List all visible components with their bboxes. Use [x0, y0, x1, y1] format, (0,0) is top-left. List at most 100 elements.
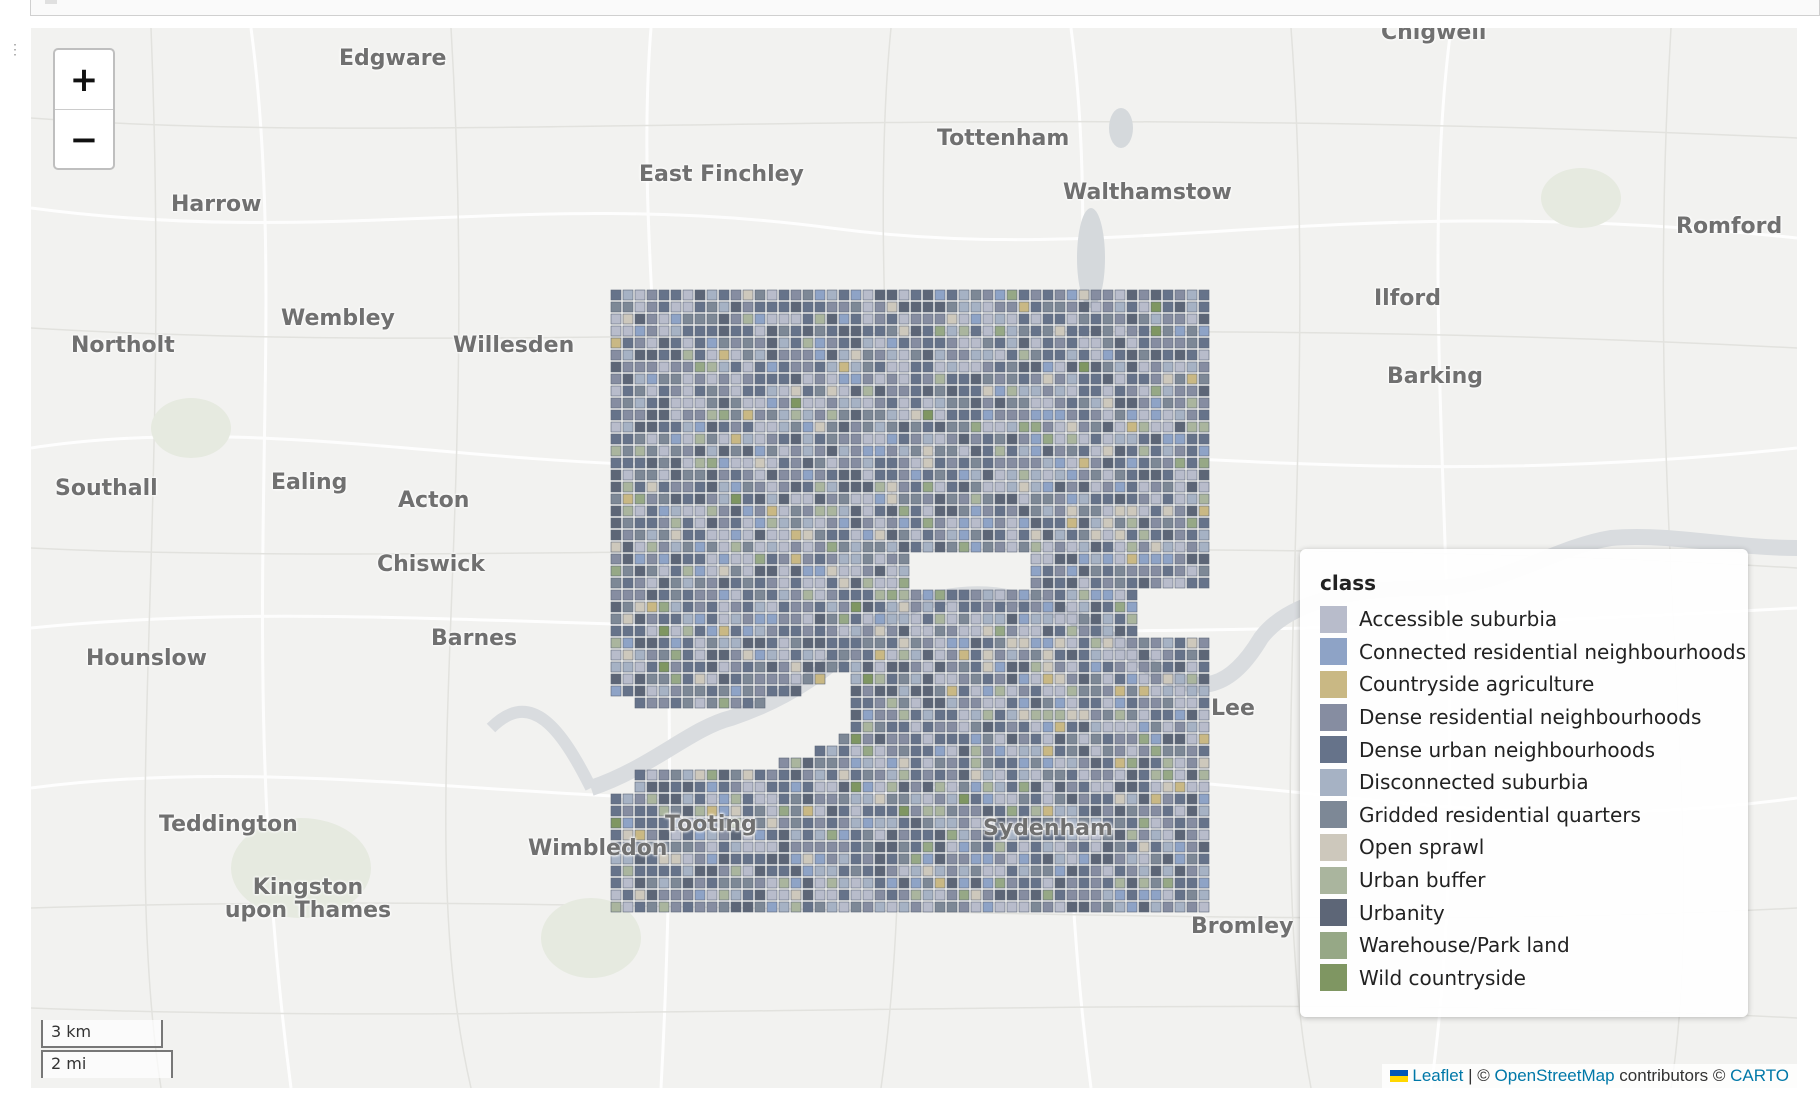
- grid-cell[interactable]: [1090, 805, 1102, 817]
- grid-cell[interactable]: [1198, 541, 1210, 553]
- grid-cell[interactable]: [754, 457, 766, 469]
- grid-cell[interactable]: [1150, 397, 1162, 409]
- grid-cell[interactable]: [886, 457, 898, 469]
- grid-cell[interactable]: [802, 337, 814, 349]
- grid-cell[interactable]: [1162, 313, 1174, 325]
- grid-cell[interactable]: [766, 493, 778, 505]
- grid-cell[interactable]: [982, 361, 994, 373]
- grid-cell[interactable]: [1018, 889, 1030, 901]
- grid-cell[interactable]: [874, 481, 886, 493]
- grid-cell[interactable]: [946, 385, 958, 397]
- grid-cell[interactable]: [862, 613, 874, 625]
- grid-cell[interactable]: [1126, 697, 1138, 709]
- grid-cell[interactable]: [1042, 577, 1054, 589]
- grid-cell[interactable]: [814, 481, 826, 493]
- grid-cell[interactable]: [706, 313, 718, 325]
- grid-cell[interactable]: [958, 373, 970, 385]
- grid-cell[interactable]: [1150, 661, 1162, 673]
- grid-cell[interactable]: [946, 889, 958, 901]
- grid-cell[interactable]: [862, 541, 874, 553]
- grid-cell[interactable]: [910, 637, 922, 649]
- grid-cell[interactable]: [1066, 685, 1078, 697]
- grid-cell[interactable]: [1102, 481, 1114, 493]
- grid-cell[interactable]: [790, 877, 802, 889]
- grid-cell[interactable]: [958, 817, 970, 829]
- grid-cell[interactable]: [922, 745, 934, 757]
- grid-cell[interactable]: [694, 481, 706, 493]
- grid-cell[interactable]: [814, 445, 826, 457]
- grid-cell[interactable]: [802, 829, 814, 841]
- grid-cell[interactable]: [790, 349, 802, 361]
- grid-cell[interactable]: [1138, 769, 1150, 781]
- grid-cell[interactable]: [646, 781, 658, 793]
- grid-cell[interactable]: [994, 493, 1006, 505]
- grid-cell[interactable]: [1090, 589, 1102, 601]
- grid-cell[interactable]: [682, 421, 694, 433]
- grid-cell[interactable]: [982, 445, 994, 457]
- grid-cell[interactable]: [934, 709, 946, 721]
- grid-cell[interactable]: [646, 397, 658, 409]
- grid-cell[interactable]: [694, 529, 706, 541]
- grid-cell[interactable]: [694, 469, 706, 481]
- grid-cell[interactable]: [766, 601, 778, 613]
- grid-cell[interactable]: [1042, 301, 1054, 313]
- grid-cell[interactable]: [670, 901, 682, 913]
- grid-cell[interactable]: [1054, 865, 1066, 877]
- grid-cell[interactable]: [922, 481, 934, 493]
- grid-cell[interactable]: [970, 685, 982, 697]
- grid-cell[interactable]: [1114, 445, 1126, 457]
- grid-cell[interactable]: [706, 445, 718, 457]
- grid-cell[interactable]: [1126, 313, 1138, 325]
- grid-cell[interactable]: [754, 301, 766, 313]
- grid-cell[interactable]: [898, 877, 910, 889]
- grid-cell[interactable]: [886, 529, 898, 541]
- grid-cell[interactable]: [946, 709, 958, 721]
- grid-cell[interactable]: [922, 505, 934, 517]
- grid-cell[interactable]: [874, 853, 886, 865]
- grid-cell[interactable]: [970, 289, 982, 301]
- grid-cell[interactable]: [1174, 757, 1186, 769]
- grid-cell[interactable]: [898, 757, 910, 769]
- grid-cell[interactable]: [658, 313, 670, 325]
- grid-cell[interactable]: [1186, 745, 1198, 757]
- grid-cell[interactable]: [1174, 733, 1186, 745]
- grid-cell[interactable]: [946, 601, 958, 613]
- grid-cell[interactable]: [994, 421, 1006, 433]
- grid-cell[interactable]: [874, 709, 886, 721]
- grid-cell[interactable]: [742, 361, 754, 373]
- grid-cell[interactable]: [946, 865, 958, 877]
- grid-cell[interactable]: [946, 733, 958, 745]
- grid-cell[interactable]: [1186, 289, 1198, 301]
- grid-cell[interactable]: [1138, 841, 1150, 853]
- grid-cell[interactable]: [922, 385, 934, 397]
- grid-cell[interactable]: [694, 385, 706, 397]
- grid-cell[interactable]: [898, 493, 910, 505]
- grid-cell[interactable]: [1066, 901, 1078, 913]
- grid-cell[interactable]: [1174, 697, 1186, 709]
- grid-cell[interactable]: [730, 361, 742, 373]
- grid-cell[interactable]: [646, 601, 658, 613]
- grid-cell[interactable]: [634, 877, 646, 889]
- grid-cell[interactable]: [862, 289, 874, 301]
- grid-cell[interactable]: [922, 757, 934, 769]
- grid-cell[interactable]: [1198, 337, 1210, 349]
- grid-cell[interactable]: [1018, 877, 1030, 889]
- grid-cell[interactable]: [838, 553, 850, 565]
- grid-cell[interactable]: [814, 757, 826, 769]
- grid-cell[interactable]: [1054, 853, 1066, 865]
- grid-cell[interactable]: [766, 553, 778, 565]
- grid-cell[interactable]: [1162, 733, 1174, 745]
- grid-cell[interactable]: [994, 433, 1006, 445]
- grid-cell[interactable]: [1114, 841, 1126, 853]
- grid-cell[interactable]: [1114, 781, 1126, 793]
- grid-cell[interactable]: [1126, 493, 1138, 505]
- grid-cell[interactable]: [670, 841, 682, 853]
- grid-cell[interactable]: [874, 769, 886, 781]
- grid-cell[interactable]: [610, 289, 622, 301]
- grid-cell[interactable]: [790, 385, 802, 397]
- grid-cell[interactable]: [610, 877, 622, 889]
- grid-cell[interactable]: [1198, 349, 1210, 361]
- grid-cell[interactable]: [850, 421, 862, 433]
- grid-cell[interactable]: [658, 349, 670, 361]
- grid-cell[interactable]: [1102, 325, 1114, 337]
